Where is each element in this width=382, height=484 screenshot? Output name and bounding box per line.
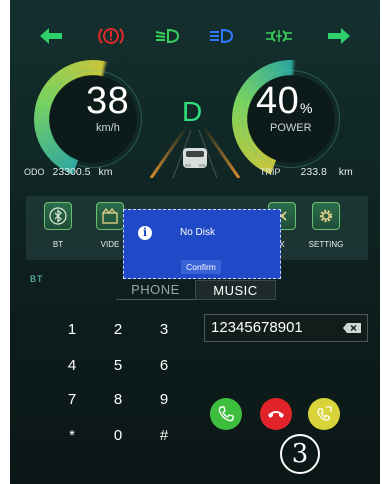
backspace-icon[interactable] (343, 323, 361, 333)
odo-readout: ODO 23300.5 km (24, 166, 112, 178)
video-icon (96, 202, 124, 230)
odo-label: ODO (24, 167, 45, 177)
dial-key[interactable]: # (142, 422, 186, 450)
tab-music[interactable]: MUSIC (195, 280, 276, 300)
phone-number-value: 12345678901 (211, 319, 303, 336)
power-label: POWER (270, 122, 312, 134)
section-label: BT (30, 274, 44, 284)
dial-key[interactable]: 1 (50, 316, 94, 344)
odo-value: 23300.5 (52, 166, 91, 178)
bluetooth-icon (44, 202, 72, 230)
annotation-marker: 3 (280, 434, 320, 474)
speed-value: 38 (86, 80, 130, 122)
brake-warning-icon (96, 24, 126, 48)
trip-label: TRIP (260, 167, 281, 177)
tab-phone[interactable]: PHONE (116, 280, 195, 300)
answer-call-icon[interactable] (210, 398, 242, 430)
dial-key[interactable]: 4 (50, 352, 94, 380)
dial-key[interactable]: * (50, 422, 94, 450)
phone-music-tabs: PHONE MUSIC (116, 280, 276, 300)
dial-key[interactable]: 0 (96, 422, 140, 450)
power-value: 40 (256, 80, 300, 122)
app-bt[interactable]: BT (36, 202, 80, 249)
confirm-button[interactable]: Confirm (181, 260, 221, 274)
dial-key[interactable]: 8 (96, 386, 140, 414)
dial-key[interactable]: 9 (142, 386, 186, 414)
dial-key[interactable]: 5 (96, 352, 140, 380)
dial-key[interactable]: 3 (142, 316, 186, 344)
gear-icon (312, 202, 340, 230)
no-disk-dialog: i No Disk Confirm (123, 209, 281, 279)
dialog-message: No Disk (180, 227, 216, 238)
app-label: BT (52, 240, 64, 249)
dial-key[interactable]: 6 (142, 352, 186, 380)
instrument-screen: 38 km/h 40 % POWER D ODO 23300.5 km TRIP… (10, 0, 380, 484)
trip-unit: km (338, 166, 353, 178)
phone-number-input[interactable]: 12345678901 (204, 314, 368, 342)
fog-light-icon (264, 24, 294, 48)
hang-up-icon[interactable] (260, 398, 292, 430)
info-icon: i (138, 226, 152, 240)
car-icon (183, 148, 207, 168)
high-beam-icon (206, 24, 236, 48)
power-percent-sign: % (300, 100, 313, 116)
odo-unit: km (98, 166, 113, 178)
app-setting[interactable]: SETTING (304, 202, 348, 249)
left-turn-arrow-icon (38, 24, 64, 48)
speed-unit: km/h (96, 122, 120, 134)
dial-key[interactable]: 7 (50, 386, 94, 414)
right-turn-arrow-icon (326, 24, 352, 48)
trip-readout: TRIP 233.8 km (260, 166, 353, 178)
low-beam-icon (152, 24, 182, 48)
switch-call-icon[interactable] (308, 398, 340, 430)
road-graphic (149, 125, 241, 178)
dial-key[interactable]: 2 (96, 316, 140, 344)
trip-value: 233.8 (300, 166, 327, 178)
app-label: SETTING (308, 240, 344, 249)
